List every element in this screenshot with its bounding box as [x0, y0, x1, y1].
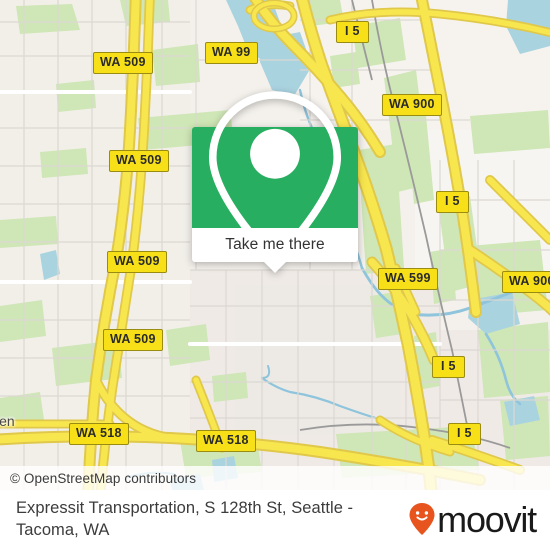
shield-i-5-mid: I 5 — [432, 356, 465, 378]
moovit-smiley-pin-icon — [409, 503, 435, 535]
shield-wa-509-top: WA 509 — [93, 52, 153, 74]
callout-tail — [264, 262, 286, 273]
location-callout[interactable]: Take me there — [192, 90, 358, 273]
take-me-there-label: Take me there — [225, 236, 325, 253]
osm-attribution: © OpenStreetMap contributors — [10, 470, 197, 486]
moovit-wordmark: moovit — [437, 499, 537, 540]
shield-wa-509-bottom: WA 509 — [103, 329, 163, 351]
map-attribution-bar: © OpenStreetMap contributors — [0, 466, 550, 490]
shield-wa-509-low: WA 509 — [107, 251, 167, 273]
shield-wa-518-right: WA 518 — [196, 430, 256, 452]
shield-wa-900-top: WA 900 — [382, 94, 442, 116]
place-label-burien: ien — [0, 413, 15, 429]
shield-wa-900-right: WA 900 — [502, 271, 550, 293]
map-pin-icon — [208, 90, 342, 266]
moovit-brand[interactable]: moovit — [408, 499, 537, 540]
moovit-map-screenshot: ien WA 509 WA 99 I 5 WA 900 WA 509 I 5 W… — [0, 0, 550, 550]
map-canvas[interactable]: ien WA 509 WA 99 I 5 WA 900 WA 509 I 5 W… — [0, 0, 550, 490]
shield-i-5-bottom: I 5 — [448, 423, 481, 445]
shield-wa-599: WA 599 — [378, 268, 438, 290]
shield-i-5-right: I 5 — [436, 191, 469, 213]
shield-wa-509-mid: WA 509 — [109, 150, 169, 172]
footer-bar: Expressit Transportation, S 128th St, Se… — [0, 490, 550, 550]
callout-pin-panel — [192, 90, 358, 266]
shield-wa-518-left: WA 518 — [69, 423, 129, 445]
location-title: Expressit Transportation, S 128th St, Se… — [16, 499, 354, 539]
